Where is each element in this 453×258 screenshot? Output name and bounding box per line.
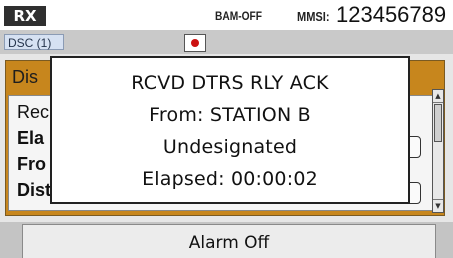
- window-title: Dis: [12, 67, 38, 87]
- bam-status: BAM-OFF: [215, 9, 263, 23]
- red-dot-icon: [191, 39, 199, 47]
- alert-from: From: STATION B: [149, 104, 311, 126]
- dsc-count-badge: DSC (1): [4, 34, 64, 50]
- scroll-down-icon[interactable]: ▼: [433, 199, 443, 212]
- alert-title: RCVD DTRS RLY ACK: [131, 72, 329, 94]
- status-bar: RX BAM-OFF MMSI: 123456789: [0, 0, 453, 30]
- radio-screen: RX BAM-OFF MMSI: 123456789 DSC (1) Dis R…: [0, 0, 453, 258]
- alert-elapsed: Elapsed: 00:00:02: [142, 168, 318, 190]
- scroll-up-icon[interactable]: ▲: [433, 90, 443, 103]
- record-indicator-icon: [184, 34, 206, 52]
- alert-nature: Undesignated: [162, 136, 298, 158]
- received-line: Rec: [17, 102, 50, 122]
- mmsi-label: MMSI:: [297, 9, 330, 24]
- status-row-secondary: DSC (1): [0, 30, 453, 54]
- alarm-off-button[interactable]: Alarm Off: [22, 224, 436, 258]
- from-line: Fro: [17, 154, 46, 174]
- softkey-bar: Alarm Off: [0, 222, 453, 258]
- alert-popup: RCVD DTRS RLY ACK From: STATION B Undesi…: [50, 56, 410, 204]
- rx-mode-badge: RX: [4, 6, 46, 26]
- scroll-thumb[interactable]: [434, 104, 442, 142]
- mmsi-value: 123456789: [336, 2, 447, 27]
- scrollbar[interactable]: ▲ ▼: [432, 89, 444, 213]
- elapsed-line: Ela: [17, 128, 45, 148]
